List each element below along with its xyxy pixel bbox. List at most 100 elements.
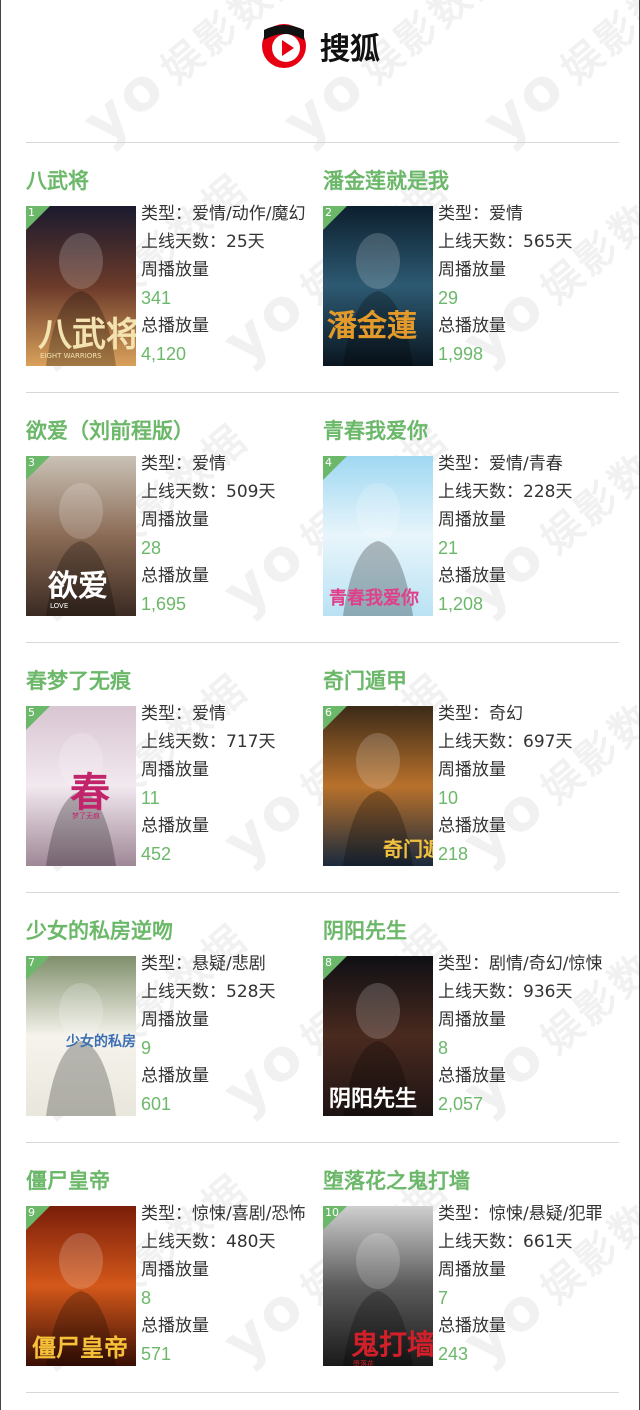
online-days-text: 上线天数：661天 bbox=[438, 1232, 573, 1252]
poster-art: 春梦了无痕 bbox=[26, 706, 136, 866]
poster-art: 阴阳先生 bbox=[323, 956, 433, 1116]
sohu-logo-icon bbox=[262, 23, 306, 68]
rank-number: 9 bbox=[28, 1206, 35, 1219]
rank-number: 1 bbox=[28, 206, 35, 219]
show-title[interactable]: 春梦了无痕 bbox=[26, 666, 131, 696]
show-card[interactable]: 欲爱（刘前程版） 欲爱 LOVE 3 类型：爱情 上线天数：509天 周播放量 28 总播放量 1… bbox=[26, 392, 322, 632]
poster-title: 鬼打墙 bbox=[351, 1328, 433, 1361]
poster-title: 僵尸皇帝 bbox=[32, 1333, 128, 1362]
total-plays-value: 452 bbox=[141, 844, 172, 864]
total-plays-value: 4,120 bbox=[141, 344, 187, 364]
weekly-plays-label: 周播放量 bbox=[438, 760, 506, 780]
show-poster[interactable]: 奇门遁甲 6 bbox=[323, 706, 433, 866]
show-poster[interactable]: 八武将 EIGHT WARRIORS 1 bbox=[26, 206, 136, 366]
poster-title: 春 bbox=[70, 769, 110, 816]
weekly-plays-label: 周播放量 bbox=[141, 1010, 209, 1030]
poster-art: 八武将EIGHT WARRIORS bbox=[26, 206, 136, 366]
show-card[interactable]: 僵尸皇帝 僵尸皇帝 9 类型：惊悚/喜剧/恐怖 上线天数：480天 周播放量 8 总播放量 57… bbox=[26, 1142, 322, 1382]
weekly-plays-value: 9 bbox=[141, 1038, 152, 1058]
show-stats: 类型：奇幻 上线天数：697天 周播放量 10 总播放量 218 bbox=[438, 700, 623, 868]
online-days-text: 上线天数：25天 bbox=[141, 232, 265, 252]
show-title[interactable]: 少女的私房逆吻 bbox=[26, 916, 173, 946]
show-title[interactable]: 堕落花之鬼打墙 bbox=[323, 1166, 470, 1196]
show-poster[interactable]: 春梦了无痕 5 bbox=[26, 706, 136, 866]
poster-art: 少女的私房逆吻 bbox=[26, 956, 136, 1116]
show-title[interactable]: 八武将 bbox=[26, 166, 89, 196]
show-stats: 类型：爱情 上线天数：509天 周播放量 28 总播放量 1,695 bbox=[141, 450, 326, 618]
online-days-text: 上线天数：717天 bbox=[141, 732, 276, 752]
total-plays-label: 总播放量 bbox=[438, 566, 506, 586]
show-title[interactable]: 阴阳先生 bbox=[323, 916, 407, 946]
genre-text: 类型：惊悚/悬疑/犯罪 bbox=[438, 1204, 603, 1224]
rank-number: 7 bbox=[28, 956, 35, 969]
show-card[interactable]: 奇门遁甲奇门遁甲6类型：奇幻上线天数：697天周播放量10总播放量218 bbox=[323, 642, 619, 882]
show-poster[interactable]: 鬼打墙 堕落花 10 bbox=[323, 1206, 433, 1366]
rank-number: 4 bbox=[325, 456, 332, 469]
show-card[interactable]: 八武将 八武将 EIGHT WARRIORS 1 类型：爱情/动作/魔幻 上线天数：25天… bbox=[26, 142, 322, 382]
show-stats: 类型：悬疑/悲剧 上线天数：528天 周播放量 9 总播放量 601 bbox=[141, 950, 326, 1118]
genre-text: 类型：爱情 bbox=[438, 204, 523, 224]
online-days-text: 上线天数：936天 bbox=[438, 982, 573, 1002]
show-poster[interactable]: 潘金蓮 2 bbox=[323, 206, 433, 366]
rank-number: 2 bbox=[325, 206, 332, 219]
weekly-plays-value: 28 bbox=[141, 538, 162, 558]
total-plays-value: 218 bbox=[438, 844, 469, 864]
poster-subtitle: EIGHT WARRIORS bbox=[40, 352, 102, 360]
weekly-plays-label: 周播放量 bbox=[141, 510, 209, 530]
total-plays-value: 2,057 bbox=[438, 1094, 484, 1114]
total-plays-label: 总播放量 bbox=[141, 566, 209, 586]
show-poster[interactable]: 欲爱 LOVE 3 bbox=[26, 456, 136, 616]
show-title[interactable]: 僵尸皇帝 bbox=[26, 1166, 110, 1196]
genre-text: 类型：爱情 bbox=[141, 454, 226, 474]
brand-logo[interactable]: 搜狐 bbox=[260, 22, 380, 70]
show-card[interactable]: 阴阳先生 阴阳先生 8 类型：剧情/奇幻/惊悚 上线天数：936天 周播放量 8 总播放量 2,… bbox=[323, 892, 619, 1132]
weekly-plays-value: 21 bbox=[438, 538, 459, 558]
rank-number: 8 bbox=[325, 956, 332, 969]
show-title[interactable]: 青春我爱你 bbox=[323, 416, 428, 446]
genre-text: 类型：爱情/青春 bbox=[438, 454, 563, 474]
poster-title: 阴阳先生 bbox=[329, 1086, 417, 1112]
show-poster[interactable]: 青春我爱你 4 bbox=[323, 456, 433, 616]
total-plays-label: 总播放量 bbox=[141, 316, 209, 336]
show-poster[interactable]: 阴阳先生 8 bbox=[323, 956, 433, 1116]
show-card[interactable]: 少女的私房逆吻少女的私房逆吻7类型：悬疑/悲剧上线天数：528天周播放量9总播放… bbox=[26, 892, 322, 1132]
online-days-text: 上线天数：528天 bbox=[141, 982, 276, 1002]
poster-art: 欲爱LOVE bbox=[26, 456, 136, 616]
poster-title: 奇门遁甲 bbox=[383, 837, 433, 861]
weekly-plays-label: 周播放量 bbox=[141, 1260, 209, 1280]
genre-text: 类型：惊悚/喜剧/恐怖 bbox=[141, 1204, 306, 1224]
show-stats: 类型：惊悚/悬疑/犯罪 上线天数：661天 周播放量 7 总播放量 243 bbox=[438, 1200, 623, 1368]
show-title[interactable]: 潘金莲就是我 bbox=[323, 166, 449, 196]
poster-art: 奇门遁甲 bbox=[323, 706, 433, 866]
show-stats: 类型：惊悚/喜剧/恐怖 上线天数：480天 周播放量 8 总播放量 571 bbox=[141, 1200, 326, 1368]
show-poster[interactable]: 少女的私房逆吻 7 bbox=[26, 956, 136, 1116]
weekly-plays-value: 7 bbox=[438, 1288, 449, 1308]
brand-name: 搜狐 bbox=[320, 31, 380, 67]
total-plays-label: 总播放量 bbox=[438, 316, 506, 336]
poster-art: 青春我爱你 bbox=[323, 456, 433, 616]
poster-subtitle: 梦了无痕 bbox=[72, 811, 100, 820]
total-plays-value: 601 bbox=[141, 1094, 172, 1114]
total-plays-value: 1,695 bbox=[141, 594, 187, 614]
show-stats: 类型：爱情/青春 上线天数：228天 周播放量 21 总播放量 1,208 bbox=[438, 450, 623, 618]
show-title[interactable]: 欲爱（刘前程版） bbox=[26, 416, 194, 446]
total-plays-label: 总播放量 bbox=[438, 1316, 506, 1336]
show-poster[interactable]: 僵尸皇帝 9 bbox=[26, 1206, 136, 1366]
page-header: 搜狐 bbox=[0, 0, 640, 95]
weekly-plays-value: 8 bbox=[438, 1038, 449, 1058]
total-plays-label: 总播放量 bbox=[141, 1316, 209, 1336]
show-card[interactable]: 青春我爱你 青春我爱你 4 类型：爱情/青春 上线天数：228天 周播放量 21 总播放量 1,… bbox=[323, 392, 619, 632]
show-title[interactable]: 奇门遁甲 bbox=[323, 666, 407, 696]
online-days-text: 上线天数：228天 bbox=[438, 482, 573, 502]
weekly-plays-label: 周播放量 bbox=[438, 1260, 506, 1280]
show-card[interactable]: 堕落花之鬼打墙鬼打墙 堕落花 10 类型：惊悚/悬疑/犯罪 上线天数：661天 周播放量 7… bbox=[323, 1142, 619, 1382]
poster-title: 少女的私房逆吻 bbox=[65, 1033, 136, 1050]
online-days-text: 上线天数：565天 bbox=[438, 232, 573, 252]
weekly-plays-value: 29 bbox=[438, 288, 459, 308]
show-card[interactable]: 春梦了无痕春梦了无痕 5 类型：爱情 上线天数：717天 周播放量 11 总播放量 452 bbox=[26, 642, 322, 882]
show-card[interactable]: 潘金莲就是我 潘金蓮 2 类型：爱情 上线天数：565天 周播放量 29 总播放量 1,998 bbox=[323, 142, 619, 382]
rank-number: 3 bbox=[28, 456, 35, 469]
weekly-plays-value: 341 bbox=[141, 288, 172, 308]
genre-text: 类型：爱情/动作/魔幻 bbox=[141, 204, 306, 224]
total-plays-label: 总播放量 bbox=[141, 1066, 209, 1086]
